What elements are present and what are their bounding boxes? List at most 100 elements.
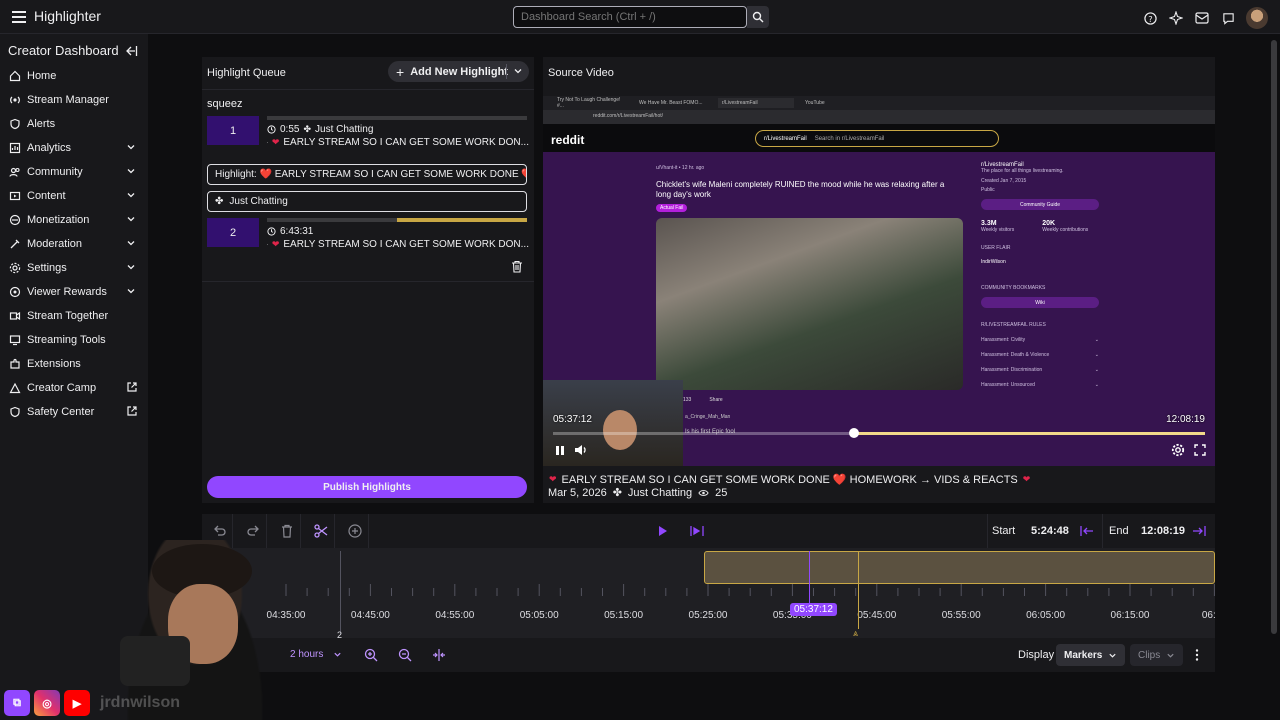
clips-toggle[interactable]: Clips (1130, 644, 1184, 666)
clip-number: 2 (207, 218, 259, 247)
reddit-search-placeholder: Search in r/LivestreamFail (814, 135, 885, 142)
browser-tab: YouTube (805, 100, 825, 106)
set-start-icon[interactable] (1080, 524, 1094, 538)
rule-item: Harassment: Civility (981, 337, 1026, 343)
category-input[interactable]: ✤ Just Chatting (207, 191, 527, 212)
playhead[interactable] (809, 551, 810, 605)
fullscreen-icon[interactable] (1194, 444, 1206, 456)
user-flair-heading: USER FLAIR (981, 245, 1011, 251)
sidebar-item-streaming-tools[interactable]: Streaming Tools (0, 328, 148, 352)
markers-toggle[interactable]: Markers (1056, 644, 1126, 666)
sidebar-item-alerts[interactable]: Alerts (0, 112, 148, 136)
menu-icon[interactable] (8, 6, 30, 28)
post-flair: Actual Fail (656, 204, 688, 212)
panel-title: Source Video (548, 67, 614, 79)
page-scrollbar[interactable] (1271, 40, 1277, 634)
zoom-in-icon[interactable] (364, 648, 378, 662)
set-end-icon[interactable] (1192, 524, 1206, 538)
play-icon[interactable] (654, 523, 670, 539)
volume-icon[interactable] (574, 444, 588, 456)
cursor-label: 2 (337, 630, 343, 638)
zoom-select[interactable]: 2 hours (290, 649, 342, 660)
stat-label: Weekly visitors (981, 227, 1015, 233)
sidebar-item-settings[interactable]: Settings (0, 256, 148, 280)
clip-item[interactable]: 2 6:43:31 ❤ EARLY STREAM SO I CAN GET SO… (207, 218, 529, 256)
subreddit-desc: The place for all things livestreaming. (981, 168, 1064, 174)
scissors-icon[interactable] (313, 523, 329, 539)
sidebar-header: Creator Dashboard (8, 43, 119, 58)
video-player[interactable]: Try Not To Laugh Challenge! #... We Have… (543, 96, 1215, 466)
seek-handle[interactable] (849, 428, 859, 438)
search-input[interactable] (513, 6, 747, 28)
sidebar-item-moderation[interactable]: Moderation (0, 232, 148, 256)
play-selection-icon[interactable] (689, 523, 705, 539)
help-icon[interactable]: ? (1142, 10, 1158, 26)
heart-icon: ❤ (271, 239, 280, 249)
more-options-icon[interactable] (1192, 648, 1202, 662)
video-current-time: 05:37:12 (553, 414, 592, 425)
clip-item[interactable]: 1 0:55 ✤ Just Chatting ❤ EARLY STREAM SO… (207, 116, 529, 154)
external-link-icon (127, 382, 137, 392)
avatar[interactable] (1246, 7, 1268, 29)
undo-icon[interactable] (212, 523, 228, 539)
add-new-highlight-button[interactable]: + Add New Highlight (388, 61, 529, 82)
highlight-title-input[interactable]: Highlight: ❤️ EARLY STREAM SO I CAN GET … (207, 164, 527, 185)
publish-highlights-button[interactable]: Publish Highlights (207, 476, 527, 498)
sidebar-item-label: Stream Manager (27, 94, 109, 106)
start-label: Start (992, 525, 1016, 537)
settings-icon[interactable] (1171, 443, 1185, 457)
source-video-title: EARLY STREAM SO I CAN GET SOME WORK DONE… (561, 474, 1018, 486)
sidebar-item-extensions[interactable]: Extensions (0, 352, 148, 376)
trash-icon[interactable] (279, 523, 295, 539)
sidebar-item-monetization[interactable]: Monetization (0, 208, 148, 232)
sidebar-item-viewer-rewards[interactable]: Viewer Rewards (0, 280, 148, 304)
pause-icon[interactable] (555, 445, 565, 456)
svg-text:?: ? (1148, 13, 1152, 23)
sparkle-icon[interactable] (1168, 10, 1184, 26)
add-marker-icon[interactable] (347, 523, 363, 539)
selection-range[interactable] (704, 551, 1215, 584)
stat-label: Weekly contributions (1042, 227, 1089, 233)
post-actions: 133 Share (683, 397, 723, 403)
marker-icon[interactable]: ⩓ (853, 628, 858, 638)
timeline-track[interactable]: 04:35:00 04:45:00 04:55:00 05:05:00 05:15:00… (202, 548, 1215, 638)
sidebar-item-creator-camp[interactable]: Creator Camp (0, 376, 148, 400)
source-video-views: 25 (715, 486, 728, 499)
chevron-down-icon[interactable] (513, 66, 523, 76)
category-icon: ✤ (215, 196, 224, 207)
alerts-icon (8, 117, 22, 131)
subreddit-public: Public (981, 187, 995, 193)
sidebar-item-label: Extensions (27, 358, 81, 370)
clip-progress-bar (267, 116, 527, 120)
category-icon: ✤ (303, 124, 312, 134)
category-input-value: Just Chatting (229, 196, 288, 207)
sidebar-item-label: Content (27, 190, 66, 202)
end-time-value[interactable]: 12:08:19 (1141, 525, 1185, 537)
sidebar-item-home[interactable]: Home (0, 64, 148, 88)
chevron-down-icon (127, 145, 135, 150)
heart-icon: ❤ (271, 137, 280, 147)
search-button[interactable] (747, 6, 769, 28)
chevron-down-icon (334, 652, 341, 657)
redo-icon[interactable] (245, 523, 261, 539)
zoom-out-icon[interactable] (398, 648, 412, 662)
video-seek-bar[interactable] (553, 432, 1205, 435)
sidebar-item-analytics[interactable]: Analytics (0, 136, 148, 160)
reddit-logo: reddit (551, 133, 585, 147)
sidebar-item-label: Creator Camp (27, 382, 97, 394)
queue-username: squeez (207, 98, 243, 110)
sidebar-item-stream-manager[interactable]: Stream Manager (0, 88, 148, 112)
whispers-icon[interactable] (1220, 10, 1236, 26)
sidebar-item-stream-together[interactable]: Stream Together (0, 304, 148, 328)
sidebar-item-content[interactable]: Content (0, 184, 148, 208)
sidebar-item-safety-center[interactable]: Safety Center (0, 400, 148, 424)
trash-icon[interactable] (511, 260, 523, 273)
stat-value: 20K (1042, 220, 1056, 227)
sidebar-item-community[interactable]: Community (0, 160, 148, 184)
start-time-value[interactable]: 5:24:48 (1031, 525, 1069, 537)
external-link-icon (127, 406, 137, 416)
fit-timeline-icon[interactable] (432, 648, 446, 662)
inbox-icon[interactable] (1194, 10, 1210, 26)
collapse-sidebar-icon[interactable] (124, 44, 138, 58)
community-guide-button: Community Guide (981, 199, 1099, 210)
